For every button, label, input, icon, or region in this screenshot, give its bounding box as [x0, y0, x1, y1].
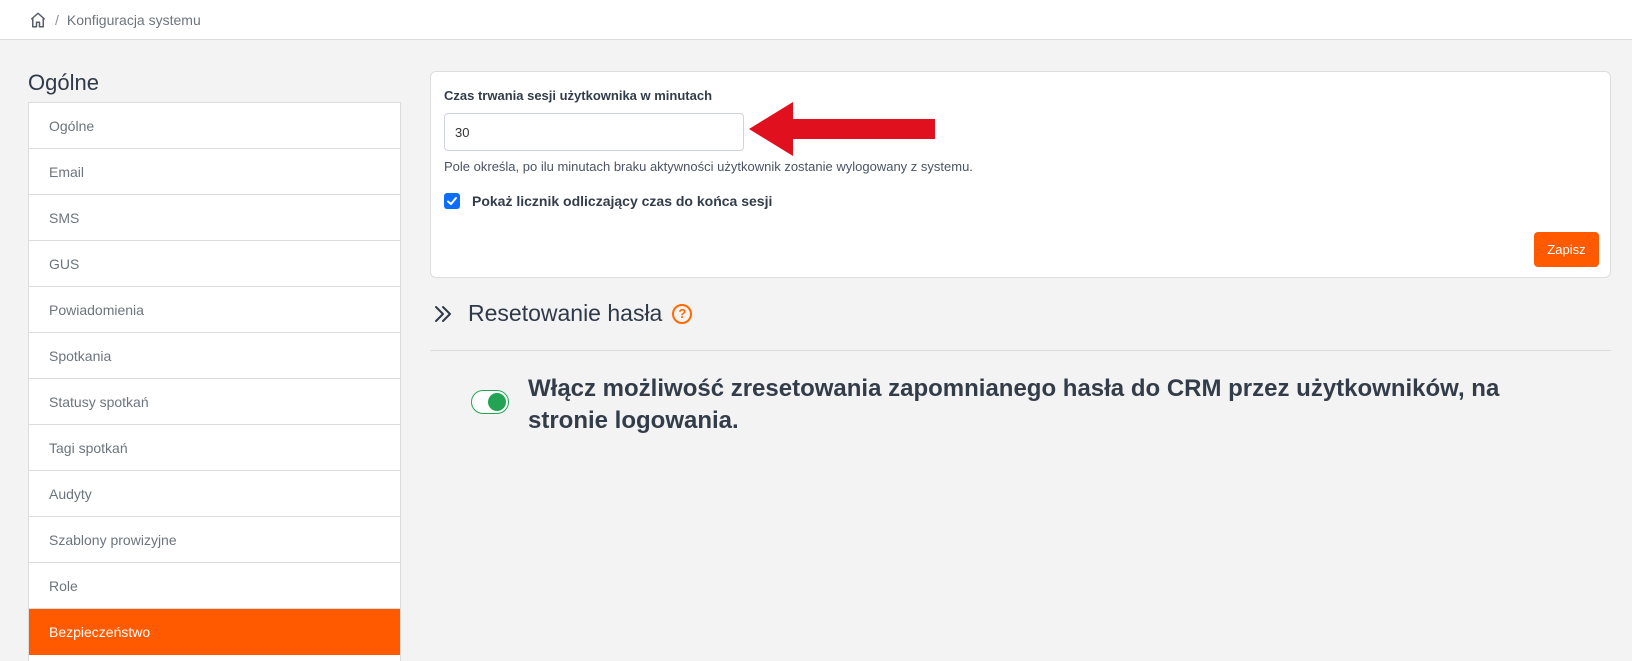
home-icon[interactable]: [29, 11, 47, 29]
countdown-checkbox-label: Pokaż licznik odliczający czas do końca …: [472, 193, 773, 209]
sidebar-item-powiadomienia[interactable]: Powiadomienia: [29, 287, 400, 333]
help-icon[interactable]: ?: [672, 303, 693, 324]
toggle-knob: [488, 393, 506, 411]
sidebar-item-email[interactable]: Email: [29, 149, 400, 195]
double-chevron-right-icon: [435, 305, 451, 322]
sidebar-item-spotkania[interactable]: Spotkania: [29, 333, 400, 379]
section-divider: [430, 350, 1611, 351]
password-reset-toggle-label: Włącz możliwość zresetowania zapomnianeg…: [528, 375, 1500, 434]
countdown-checkbox-row: Pokaż licznik odliczający czas do końca …: [444, 193, 772, 209]
sidebar-item-sms[interactable]: SMS: [29, 195, 400, 241]
password-reset-title: Resetowanie hasła: [468, 300, 663, 326]
session-settings-card: Czas trwania sesji użytkownika w minutac…: [430, 71, 1611, 278]
session-duration-input[interactable]: [444, 113, 744, 151]
password-reset-toggle[interactable]: [471, 390, 509, 414]
checkmark-icon: [447, 197, 457, 205]
session-duration-label: Czas trwania sesji użytkownika w minutac…: [444, 88, 713, 103]
password-reset-header: Resetowanie hasła ?: [432, 300, 693, 327]
sidebar-menu: Ogólne Email SMS GUS Powiadomienia Spotk…: [28, 102, 401, 661]
sidebar-item-bezpieczenstwo[interactable]: Bezpieczeństwo: [29, 609, 400, 655]
save-button[interactable]: Zapisz: [1534, 232, 1599, 267]
breadcrumb-current: Konfiguracja systemu: [66, 11, 201, 28]
sidebar-item-gus[interactable]: GUS: [29, 241, 400, 287]
sidebar-item-role[interactable]: Role: [29, 563, 400, 609]
breadcrumb-separator: /: [55, 11, 59, 28]
sidebar-item-statusy-spotkan[interactable]: Statusy spotkań: [29, 379, 400, 425]
session-duration-help: Pole określa, po ilu minutach braku akty…: [444, 159, 973, 174]
sidebar-item-tagi-spotkan[interactable]: Tagi spotkań: [29, 425, 400, 471]
sidebar-item-partial[interactable]: [29, 655, 400, 661]
red-arrow-icon: [749, 102, 935, 156]
sidebar-item-audyty[interactable]: Audyty: [29, 471, 400, 517]
breadcrumb: / Konfiguracja systemu: [0, 0, 1632, 40]
sidebar-title: Ogólne: [28, 70, 99, 95]
countdown-checkbox[interactable]: [444, 193, 460, 209]
sidebar-item-ogolne[interactable]: Ogólne: [29, 103, 400, 149]
sidebar-item-szablony-prowizyjne[interactable]: Szablony prowizyjne: [29, 517, 400, 563]
